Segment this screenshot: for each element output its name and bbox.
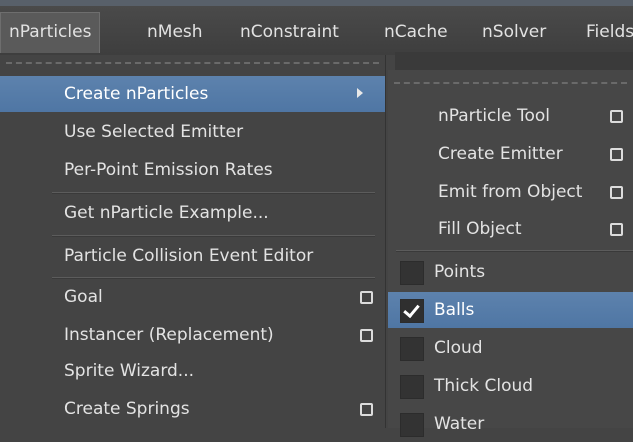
menu-item-label: Emit from Object xyxy=(438,182,583,202)
menu-nconstraint[interactable]: nConstraint xyxy=(240,12,339,52)
style-option-cloud[interactable]: Cloud xyxy=(388,330,633,366)
option-box-icon[interactable] xyxy=(360,291,373,304)
submenu-item-emit-from-object[interactable]: Emit from Object xyxy=(388,174,633,210)
tear-off-line[interactable] xyxy=(6,62,379,64)
style-option-balls[interactable]: Balls xyxy=(388,292,633,328)
menu-item-use-selected-emitter[interactable]: Use Selected Emitter xyxy=(0,114,385,150)
shelf-strip xyxy=(395,52,633,72)
menu-ncache[interactable]: nCache xyxy=(384,12,448,52)
menu-item-label: Get nParticle Example... xyxy=(64,203,269,223)
menu-nmesh[interactable]: nMesh xyxy=(147,12,203,52)
tear-off-line[interactable] xyxy=(394,82,627,84)
checkbox-empty-icon xyxy=(400,261,424,285)
menu-item-label: Create Emitter xyxy=(438,144,563,164)
menu-nparticles[interactable]: nParticles xyxy=(0,12,101,53)
menu-item-label: Balls xyxy=(434,300,475,320)
menu-item-label: Thick Cloud xyxy=(434,376,534,396)
checkbox-empty-icon xyxy=(400,375,424,399)
menu-item-label: Fill Object xyxy=(438,219,522,239)
menu-separator xyxy=(52,192,375,194)
menu-item-particle-collision-event-editor[interactable]: Particle Collision Event Editor xyxy=(0,238,385,274)
option-box-icon[interactable] xyxy=(610,223,623,236)
menu-fields[interactable]: Fields xyxy=(586,12,633,52)
submenu-item-nparticle-tool[interactable]: nParticle Tool xyxy=(388,98,633,134)
option-box-icon[interactable] xyxy=(360,329,373,342)
menu-item-label: Instancer (Replacement) xyxy=(64,325,274,345)
option-box-icon[interactable] xyxy=(610,148,623,161)
menu-item-label: Create nParticles xyxy=(64,84,209,104)
menu-item-label: Points xyxy=(434,262,486,282)
menu-item-create-springs[interactable]: Create Springs xyxy=(0,391,385,427)
menu-item-get-nparticle-example[interactable]: Get nParticle Example... xyxy=(0,195,385,231)
nparticles-menu: Create nParticles Use Selected Emitter P… xyxy=(0,55,386,428)
submenu-arrow-icon xyxy=(357,88,363,98)
menu-item-label: Goal xyxy=(64,287,103,307)
menu-item-label: Sprite Wizard... xyxy=(64,361,195,381)
menu-bar: nParticles nMesh nConstraint nCache nSol… xyxy=(0,0,633,55)
menu-separator xyxy=(52,235,375,237)
menu-nsolver[interactable]: nSolver xyxy=(482,12,546,52)
create-nparticles-submenu: nParticle Tool Create Emitter Emit from … xyxy=(388,70,633,437)
style-option-water[interactable]: Water xyxy=(388,406,633,442)
submenu-item-fill-object[interactable]: Fill Object xyxy=(388,211,633,247)
menu-item-label: Particle Collision Event Editor xyxy=(64,246,314,266)
checkbox-empty-icon xyxy=(400,337,424,361)
option-box-icon[interactable] xyxy=(360,403,373,416)
submenu-item-create-emitter[interactable]: Create Emitter xyxy=(388,136,633,172)
menu-item-create-nparticles[interactable]: Create nParticles xyxy=(0,76,385,112)
menu-item-label: Water xyxy=(434,414,485,434)
menu-item-label: Use Selected Emitter xyxy=(64,122,244,142)
menu-separator xyxy=(396,250,633,252)
option-box-icon[interactable] xyxy=(610,186,623,199)
checkmark-icon xyxy=(400,299,424,323)
menu-item-per-point-emission-rates[interactable]: Per-Point Emission Rates xyxy=(0,152,385,188)
menu-item-label: Per-Point Emission Rates xyxy=(64,160,273,180)
style-option-points[interactable]: Points xyxy=(388,254,633,290)
option-box-icon[interactable] xyxy=(610,110,623,123)
menu-item-label: Create Springs xyxy=(64,399,190,419)
style-option-thick-cloud[interactable]: Thick Cloud xyxy=(388,368,633,404)
menu-item-goal[interactable]: Goal xyxy=(0,279,385,315)
menu-item-sprite-wizard[interactable]: Sprite Wizard... xyxy=(0,353,385,389)
menu-item-label: nParticle Tool xyxy=(438,106,551,126)
menu-item-label: Cloud xyxy=(434,338,483,358)
menu-item-instancer[interactable]: Instancer (Replacement) xyxy=(0,317,385,353)
checkbox-empty-icon xyxy=(400,413,424,437)
